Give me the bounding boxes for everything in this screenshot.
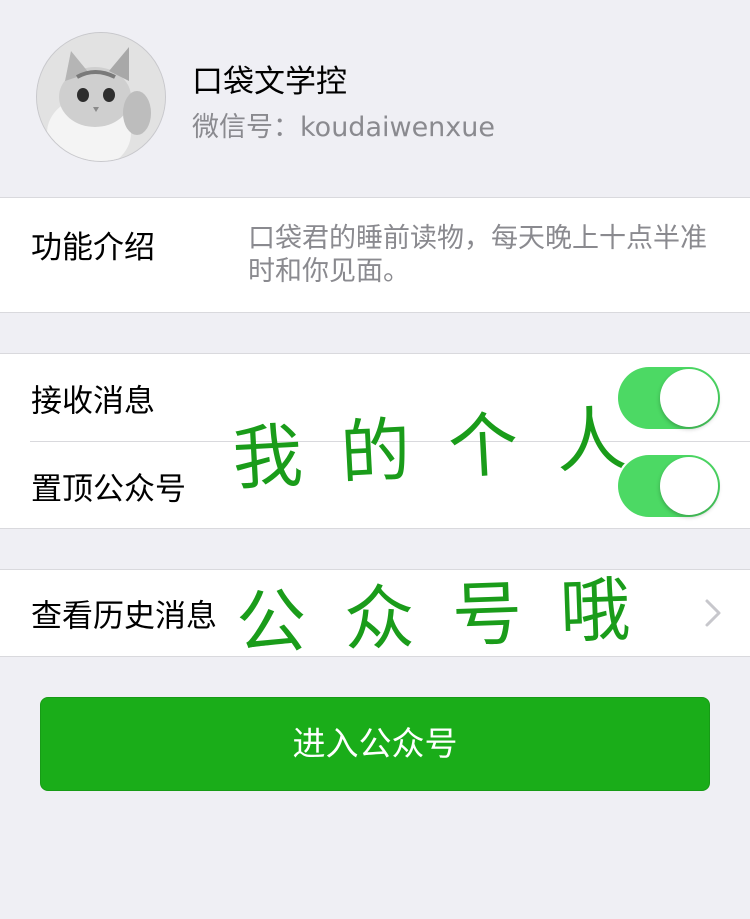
toggle-knob — [660, 456, 718, 515]
enter-account-button[interactable]: 进入公众号 — [40, 697, 710, 791]
cat-avatar-image — [37, 33, 165, 161]
pin-to-top-toggle[interactable] — [618, 454, 720, 517]
intro-label: 功能介绍 — [31, 230, 155, 266]
intro-text: 口袋君的睡前读物，每天晚上十点半准时和你见面。 — [248, 223, 707, 287]
history-label: 查看历史消息 — [31, 598, 217, 635]
receive-messages-row: 接收消息 — [0, 354, 750, 442]
wechat-id: 微信号：koudaiwenxue — [192, 112, 495, 143]
avatar[interactable] — [36, 32, 166, 162]
intro-section: 功能介绍 口袋君的睡前读物，每天晚上十点半准时和你见面。 — [0, 197, 750, 313]
settings-section: 接收消息 置顶公众号 — [0, 353, 750, 529]
chevron-right-icon — [705, 599, 721, 627]
history-row[interactable]: 查看历史消息 — [0, 569, 750, 657]
pin-to-top-label: 置顶公众号 — [31, 471, 186, 507]
toggle-knob — [660, 368, 718, 427]
receive-messages-label: 接收消息 — [31, 383, 155, 419]
receive-messages-toggle[interactable] — [618, 366, 720, 429]
profile-header: 口袋文学控 微信号：koudaiwenxue — [0, 0, 750, 197]
pin-to-top-row: 置顶公众号 — [0, 442, 750, 529]
account-name: 口袋文学控 — [192, 64, 347, 100]
